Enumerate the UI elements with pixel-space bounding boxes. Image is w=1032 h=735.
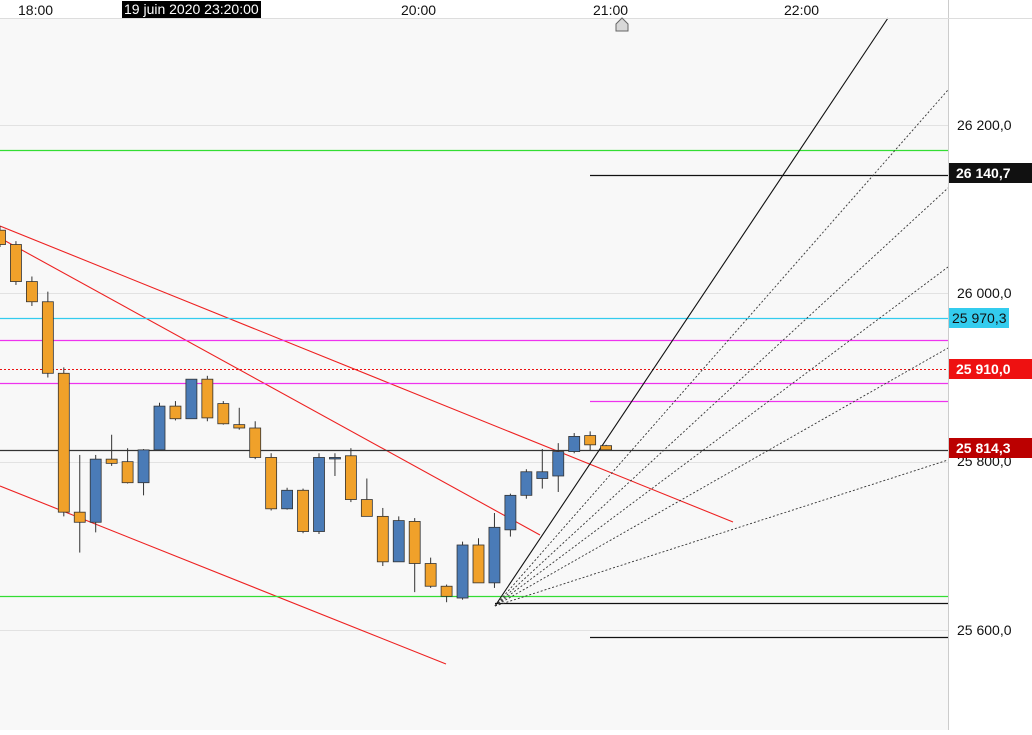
candle-bullish[interactable] <box>392 520 405 563</box>
candle-bullish[interactable] <box>185 378 198 420</box>
price-tag-last-price: 25 814,3 <box>949 438 1032 458</box>
price-label-26200: 26 200,0 <box>957 117 1012 133</box>
time-label-2100: 21:00 <box>593 2 629 18</box>
candle-bearish[interactable] <box>201 378 214 419</box>
candle-bearish[interactable] <box>408 521 421 564</box>
candle-bearish[interactable] <box>57 372 70 513</box>
time-cursor-label: 19 juin 2020 23:20:00 <box>122 1 261 18</box>
candle-bearish[interactable] <box>10 244 22 282</box>
candle-bearish[interactable] <box>121 461 134 484</box>
candle-bullish[interactable] <box>281 489 294 510</box>
candle-bearish[interactable] <box>233 424 246 429</box>
candle-bearish[interactable] <box>297 489 309 532</box>
candle-bearish[interactable] <box>169 405 182 420</box>
candle-bullish[interactable] <box>520 471 533 496</box>
candle-bullish[interactable] <box>89 458 102 523</box>
candle-bearish[interactable] <box>217 403 230 425</box>
candle-bullish[interactable] <box>504 494 517 531</box>
candle-bullish[interactable] <box>313 457 325 532</box>
candle-bearish[interactable] <box>73 511 86 523</box>
time-label-2000: 20:00 <box>401 2 437 18</box>
candle-bearish[interactable] <box>440 585 453 597</box>
candle-bearish[interactable] <box>105 458 118 464</box>
price-label-26000: 26 000,0 <box>957 285 1012 301</box>
candle-bullish[interactable] <box>552 451 565 477</box>
candle-bearish[interactable] <box>265 457 278 510</box>
candle-bearish[interactable] <box>472 544 485 584</box>
candle-bearish[interactable] <box>41 301 54 374</box>
price-label-25600: 25 600,0 <box>957 622 1012 638</box>
price-tag-black: 26 140,7 <box>949 163 1032 183</box>
candle-bullish[interactable] <box>137 449 150 484</box>
candle-bearish[interactable] <box>584 435 597 446</box>
candle-bearish[interactable] <box>25 281 38 303</box>
candle-bullish[interactable] <box>536 471 549 479</box>
price-tag-cyan: 25 970,3 <box>949 308 1009 328</box>
candle-bullish[interactable] <box>153 405 166 451</box>
candle-bearish[interactable] <box>0 229 6 245</box>
price-tag-red: 25 910,0 <box>949 359 1032 379</box>
candle-bearish[interactable] <box>344 455 357 500</box>
candle-bullish[interactable] <box>488 526 501 584</box>
time-label-1800: 18:00 <box>18 2 54 18</box>
chart[interactable]: 18:00 19 juin 2020 23:20:00 20:00 21:00 … <box>0 0 1032 730</box>
chart-plot[interactable] <box>0 0 1032 730</box>
candle-bearish[interactable] <box>424 563 437 587</box>
candle-bullish[interactable] <box>456 544 469 599</box>
candle-bearish[interactable] <box>360 499 373 517</box>
candle-bullish[interactable] <box>329 457 341 460</box>
candle-bullish[interactable] <box>568 436 581 452</box>
time-label-2200: 22:00 <box>784 2 820 18</box>
candle-bearish[interactable] <box>600 445 612 451</box>
candle-bearish[interactable] <box>376 515 389 563</box>
candle-bearish[interactable] <box>249 427 262 458</box>
